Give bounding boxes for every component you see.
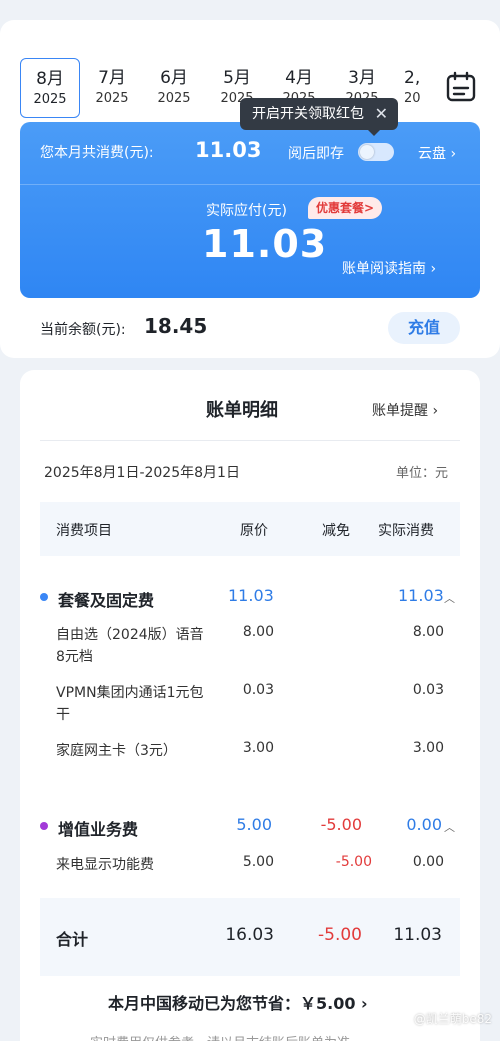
post-read-save-label: 阅后即存 xyxy=(288,146,344,162)
year-label: 20 xyxy=(404,91,421,106)
actual-pay-amount: 11.03 xyxy=(202,222,328,266)
month-label: 3月 xyxy=(348,68,376,88)
group-name: 增值业务费 xyxy=(58,820,139,839)
item-name: 来电显示功能费 xyxy=(56,857,154,873)
group-original: 11.03 xyxy=(228,586,274,605)
group-original: 5.00 xyxy=(236,815,272,834)
item-original: 5.00 xyxy=(242,854,274,870)
header-actual: 实际消费 xyxy=(378,523,434,539)
month-label: 6月 xyxy=(160,68,188,88)
actual-pay-label: 实际应付(元) xyxy=(206,203,287,219)
calendar-icon[interactable] xyxy=(444,70,478,104)
group-actual: 11.03 xyxy=(398,586,444,605)
item-actual: 0.00 xyxy=(412,854,444,870)
total-original: 16.03 xyxy=(225,925,274,945)
group-dot xyxy=(40,822,48,830)
tooltip-text: 开启开关领取红包 xyxy=(252,106,364,122)
group-dot xyxy=(40,593,48,601)
item-name: 自由选（2024版）语音8元档 xyxy=(56,627,204,665)
month-tab-feb[interactable]: 2, 20 xyxy=(394,58,434,118)
item-name: 家庭网主卡（3元） xyxy=(56,743,177,759)
total-row: 合计 16.03 -5.00 11.03 xyxy=(40,898,460,976)
fee-group-package[interactable]: 套餐及固定费 11.03 11.03 ︿ xyxy=(40,582,460,612)
group-discount: -5.00 xyxy=(320,815,362,834)
item-original: 8.00 xyxy=(242,624,274,640)
header-item: 消费项目 xyxy=(56,523,112,539)
balance-value: 18.45 xyxy=(144,314,208,338)
month-total-row: 您本月共消费(元): 11.03 阅后即存 云盘 › xyxy=(40,136,460,168)
month-label: 5月 xyxy=(223,68,251,88)
bill-hero-panel: 您本月共消费(元): 11.03 阅后即存 云盘 › 实际应付(元) 优惠套餐>… xyxy=(20,122,480,298)
bill-guide-link[interactable]: 账单阅读指南 › xyxy=(342,258,436,278)
cloud-disk-link[interactable]: 云盘 › xyxy=(418,143,456,163)
balance-row: 当前余额(元): 18.45 充值 xyxy=(40,312,460,344)
fee-group-value-added[interactable]: 增值业务费 5.00 -5.00 0.00 ︿ xyxy=(40,811,460,841)
bill-remind-link[interactable]: 账单提醒 › xyxy=(372,400,438,420)
month-label: 7月 xyxy=(98,68,126,88)
month-label: 4月 xyxy=(285,68,313,88)
close-icon[interactable]: ✕ xyxy=(375,98,388,130)
month-label: 2, xyxy=(404,68,421,88)
total-label: 合计 xyxy=(56,930,89,949)
total-actual: 11.03 xyxy=(393,925,442,945)
bill-detail-card: 账单明细 账单提醒 › 2025年8月1日-2025年8月1日 单位：元 消费项… xyxy=(20,370,480,1041)
month-tab-jul[interactable]: 7月 2025 xyxy=(82,58,142,118)
item-original: 3.00 xyxy=(242,740,274,756)
bill-date-range: 2025年8月1日-2025年8月1日 xyxy=(44,465,240,481)
header-discount: 减免 xyxy=(322,523,350,539)
recharge-button[interactable]: 充值 xyxy=(388,312,460,344)
unit-label: 单位：元 xyxy=(396,466,449,481)
month-label: 8月 xyxy=(36,69,64,89)
year-label: 2025 xyxy=(157,91,191,106)
chevron-up-icon[interactable]: ︿ xyxy=(444,590,455,606)
item-actual: 0.03 xyxy=(412,682,444,698)
item-name: VPMN集团内通话1元包干 xyxy=(56,685,204,723)
item-actual: 3.00 xyxy=(412,740,444,756)
month-tab-aug[interactable]: 8月 2025 xyxy=(20,58,80,118)
group-name: 套餐及固定费 xyxy=(58,591,155,610)
balance-label: 当前余额(元): xyxy=(40,322,126,338)
month-total-value: 11.03 xyxy=(195,138,262,162)
item-discount: -5.00 xyxy=(335,854,372,870)
chevron-up-icon[interactable]: ︿ xyxy=(444,819,455,835)
item-original: 0.03 xyxy=(242,682,274,698)
divider xyxy=(40,440,460,441)
bill-note: 实时费用仅供参考，请以月末结账后账单为准 xyxy=(90,1032,350,1041)
red-packet-tooltip: 开启开关领取红包 ✕ xyxy=(240,98,398,136)
header-original: 原价 xyxy=(240,523,268,539)
table-header: 消费项目 原价 减免 实际消费 xyxy=(40,502,460,556)
divider xyxy=(20,184,480,185)
year-label: 2025 xyxy=(33,92,67,107)
month-total-label: 您本月共消费(元): xyxy=(40,145,154,161)
total-discount: -5.00 xyxy=(318,925,362,945)
group-actual: 0.00 xyxy=(406,815,442,834)
savings-link[interactable]: 本月中国移动已为您节省：￥5.00 › xyxy=(108,990,368,1014)
watermark: @凯兰萌be82 xyxy=(413,1012,492,1026)
month-tab-jun[interactable]: 6月 2025 xyxy=(144,58,204,118)
item-actual: 8.00 xyxy=(412,624,444,640)
year-label: 2025 xyxy=(95,91,129,106)
promo-package-badge[interactable]: 优惠套餐> xyxy=(308,197,383,219)
detail-title: 账单明细 xyxy=(206,400,278,421)
post-read-save-toggle[interactable] xyxy=(358,143,394,161)
